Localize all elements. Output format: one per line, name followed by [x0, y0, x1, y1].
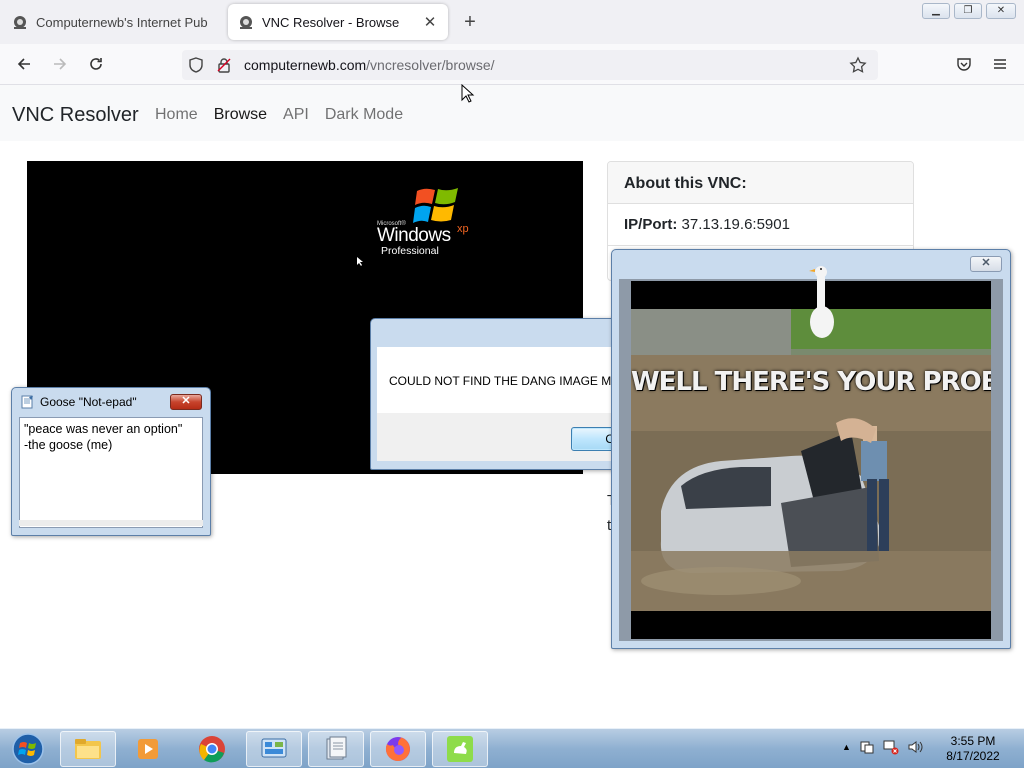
tab-title: Computernewb's Internet Pub	[36, 14, 208, 30]
start-button[interactable]	[8, 732, 48, 766]
network-icon[interactable]	[883, 739, 899, 755]
pocket-icon	[957, 58, 971, 71]
taskbar-chrome[interactable]	[184, 731, 240, 767]
vnc-mouse-pointer-icon	[357, 257, 363, 266]
forward-button[interactable]	[48, 52, 72, 76]
mouse-cursor-icon	[461, 84, 475, 103]
close-icon: ✕	[981, 257, 991, 269]
windows-flag-icon	[413, 188, 458, 223]
taskbar-media-player[interactable]	[120, 731, 176, 767]
nav-link-api[interactable]: API	[283, 106, 309, 124]
goose-notepad-close-button[interactable]: ✕	[170, 394, 202, 410]
close-window-button[interactable]: ✕	[986, 3, 1016, 19]
url-domain: computernewb.com	[244, 57, 367, 73]
document-stack-icon	[326, 736, 347, 760]
forward-arrow-icon	[54, 58, 67, 70]
taskbar-firefox[interactable]	[370, 731, 426, 767]
about-card-title: About this VNC:	[608, 162, 913, 204]
url-path: /vncresolver/browse/	[366, 57, 495, 73]
taskbar-generic-app[interactable]	[308, 731, 364, 767]
hamburger-menu-icon	[994, 59, 1006, 69]
computernewb-favicon-icon	[14, 16, 26, 29]
windows-xp-logo: Microsoft® Windows xp Professional	[375, 185, 485, 257]
meme-window-close-button[interactable]: ✕	[970, 256, 1002, 272]
taskbar-explorer[interactable]	[60, 731, 116, 767]
windows-taskbar: ▲ 3:55 PM 8/17/2022	[0, 728, 1024, 768]
restore-button[interactable]: ❐	[954, 3, 982, 19]
goose-notepad-window[interactable]: Goose "Not-epad" ✕ "peace was never an o…	[11, 387, 211, 536]
clock-time: 3:55 PM	[950, 734, 996, 748]
lock-icon[interactable]	[210, 50, 238, 80]
ip-port-label: IP/Port:	[624, 216, 678, 233]
reload-button[interactable]	[84, 52, 108, 76]
pocket-button[interactable]	[952, 52, 976, 76]
chrome-icon	[199, 736, 225, 763]
computernewb-favicon-icon	[240, 16, 252, 29]
tab-internet-pub[interactable]: Computernewb's Internet Pub	[2, 4, 224, 40]
goose-notepad-text[interactable]: "peace was never an option" -the goose (…	[19, 417, 203, 528]
taskbar-desktop-goose[interactable]	[432, 731, 488, 767]
system-tray: ▲	[842, 739, 923, 755]
browser-tab-bar: Computernewb's Internet Pub VNC Resolver…	[0, 0, 1024, 44]
meme-caption: WELL THERE'S YOUR PROBLEM	[631, 367, 991, 397]
goose-icon	[809, 266, 834, 338]
nav-link-browse[interactable]: Browse	[214, 106, 267, 124]
tab-close-icon[interactable]: ✕	[422, 13, 438, 31]
action-center-flag-icon[interactable]	[859, 739, 875, 755]
ip-port-row: IP/Port: 37.13.19.6:5901	[608, 204, 913, 246]
new-tab-button[interactable]: +	[458, 10, 482, 34]
minimize-button[interactable]: ▁	[922, 3, 950, 19]
site-nav-links: Home Browse API Dark Mode	[155, 106, 403, 124]
site-navbar: VNC Resolver Home Browse API Dark Mode	[0, 85, 1024, 141]
ip-port-value: 37.13.19.6:5901	[681, 216, 790, 233]
tab-vnc-resolver[interactable]: VNC Resolver - Browse ✕	[228, 4, 448, 40]
goose-notepad-scrollbar[interactable]	[19, 520, 203, 526]
xp-logo-windows: Windows	[377, 225, 451, 246]
media-player-icon	[138, 739, 158, 759]
xp-logo-edition: Professional	[381, 245, 439, 257]
shield-icon[interactable]	[182, 50, 210, 80]
folder-icon	[75, 739, 101, 759]
back-arrow-icon	[17, 58, 30, 70]
plus-icon: +	[464, 11, 476, 33]
url-bar[interactable]: computernewb.com/vncresolver/browse/	[182, 50, 878, 80]
show-hidden-icons-button[interactable]: ▲	[842, 742, 851, 752]
tab-title: VNC Resolver - Browse	[262, 14, 400, 30]
menu-button[interactable]	[988, 52, 1012, 76]
url-text: computernewb.com/vncresolver/browse/	[244, 57, 495, 73]
notepad-icon	[21, 395, 33, 409]
nav-link-home[interactable]: Home	[155, 106, 198, 124]
site-brand[interactable]: VNC Resolver	[12, 104, 139, 127]
firefox-icon	[385, 737, 410, 761]
window-controls: ▁ ❐ ✕	[922, 3, 1016, 19]
control-panel-icon	[261, 738, 287, 758]
browser-toolbar: computernewb.com/vncresolver/browse/	[0, 44, 1024, 85]
taskbar-control-panel[interactable]	[246, 731, 302, 767]
back-button[interactable]	[12, 52, 36, 76]
bookmark-star-icon[interactable]	[844, 50, 872, 80]
volume-icon[interactable]	[907, 739, 923, 755]
xp-logo-xp: xp	[457, 223, 469, 235]
reload-icon	[90, 58, 102, 70]
goose-app-icon	[447, 736, 473, 762]
close-icon: ✕	[181, 395, 191, 407]
taskbar-clock[interactable]: 3:55 PM 8/17/2022	[937, 734, 1009, 764]
goose-notepad-title: Goose "Not-epad"	[40, 395, 137, 409]
clock-date: 8/17/2022	[946, 749, 1000, 763]
nav-link-dark-mode[interactable]: Dark Mode	[325, 106, 403, 124]
meme-window[interactable]: ✕ WELL THERE'S YOUR PROB	[611, 249, 1011, 649]
